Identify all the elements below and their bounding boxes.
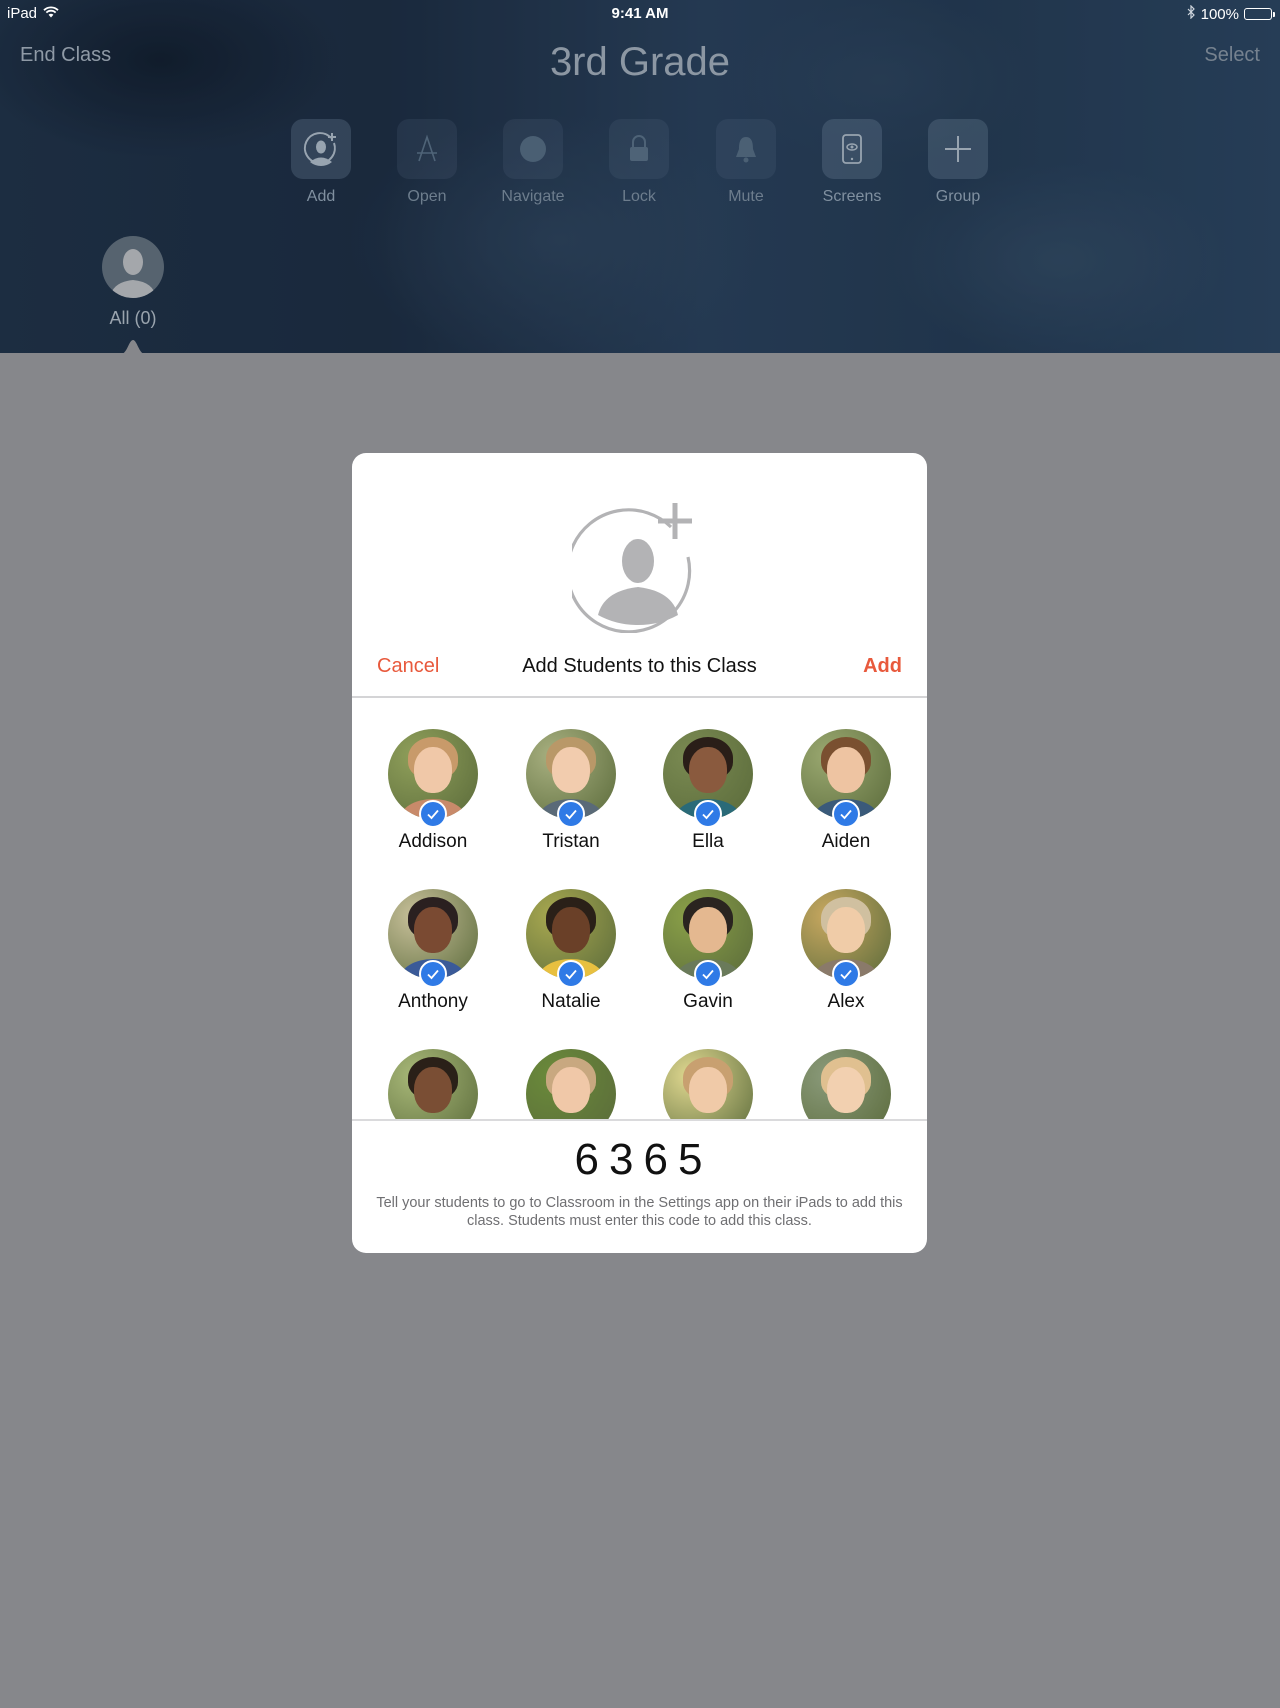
student-item[interactable]: Tristan [506,729,636,853]
student-item[interactable]: Gavin [643,889,773,1013]
student-item[interactable]: Ella [643,729,773,853]
toolbar-group-label: Group [935,188,981,205]
bell-icon [716,119,776,179]
student-grid[interactable]: Addison Tristan Ella Aiden Anthony Natalie Gav… [352,698,927,1119]
group-all[interactable]: All (0) [93,236,173,329]
student-name: Aiden [821,831,871,852]
group-all-label: All (0) [109,308,157,328]
student-name: Tristan [542,831,600,852]
student-photo [526,1049,616,1119]
status-bar: iPad 9:41 AM 100% [0,0,1280,26]
toolbar-add-label: Add [306,188,336,205]
checkmark-icon [694,800,722,828]
checkmark-icon [832,960,860,988]
student-item[interactable]: Natalie [506,889,636,1013]
student-name: Gavin [683,991,733,1012]
toolbar-navigate-label: Navigate [501,188,565,205]
checkmark-icon [557,800,585,828]
student-name: Addison [398,831,468,852]
toolbar-add-button[interactable]: Add [281,119,361,206]
app-store-icon [397,119,457,179]
student-photo [388,1049,478,1119]
screen-view-icon [822,119,882,179]
student-name: Natalie [541,991,601,1012]
toolbar-screens-label: Screens [822,188,882,205]
toolbar-mute-button[interactable]: Mute [706,119,786,206]
checkmark-icon [419,960,447,988]
checkmark-icon [694,960,722,988]
student-item[interactable]: Anthony [368,889,498,1013]
dialog-header: Cancel Add Students to this Class Add [352,649,927,697]
toolbar-group-button[interactable]: Group [918,119,998,206]
checkmark-icon [832,800,860,828]
student-item[interactable] [368,1049,498,1119]
student-item[interactable]: Addison [368,729,498,853]
student-photo [801,1049,891,1119]
toolbar-open-button[interactable]: Open [387,119,467,206]
dialog-title: Add Students to this Class [522,655,757,677]
bluetooth-icon [1187,4,1196,23]
toolbar-lock-label: Lock [622,188,656,205]
student-item[interactable] [781,1049,911,1119]
toolbar: Add Open Navigate Lock Mute Screens Grou… [0,119,1280,209]
student-name: Alex [827,991,865,1012]
student-name: Ella [692,831,724,852]
toolbar-screens-button[interactable]: Screens [812,119,892,206]
student-item[interactable]: Aiden [781,729,911,853]
student-item[interactable]: Alex [781,889,911,1013]
class-code-instructions: Tell your students to go to Classroom in… [376,1195,903,1229]
student-photo [663,1049,753,1119]
student-name: Anthony [398,991,468,1012]
student-item[interactable] [506,1049,636,1119]
checkmark-icon [557,960,585,988]
class-code: 6365 [574,1135,713,1184]
compass-icon [503,119,563,179]
selection-notch [121,340,145,354]
group-avatar-icon [102,236,164,298]
add-button[interactable]: Add [863,655,902,678]
select-button[interactable]: Select [1204,44,1260,67]
lock-icon [609,119,669,179]
add-person-hero-icon [352,497,927,633]
student-item[interactable] [643,1049,773,1119]
divider [352,1119,927,1121]
battery-icon [1244,8,1275,20]
add-person-icon [291,119,351,179]
toolbar-lock-button[interactable]: Lock [599,119,679,206]
battery-percent: 100% [1200,5,1239,23]
toolbar-navigate-button[interactable]: Navigate [493,119,573,206]
checkmark-icon [419,800,447,828]
toolbar-mute-label: Mute [728,188,764,205]
status-time: 9:41 AM [611,5,669,22]
toolbar-open-label: Open [407,188,447,205]
add-students-dialog: Cancel Add Students to this Class Add Ad… [352,453,927,1253]
plus-icon [928,119,988,179]
class-title: 3rd Grade [549,40,731,84]
